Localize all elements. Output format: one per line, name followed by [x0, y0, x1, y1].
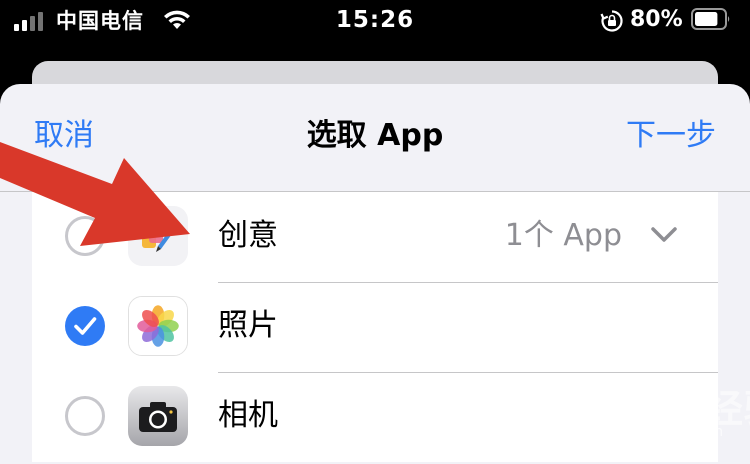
- battery-icon: [691, 8, 730, 30]
- list-item-label: 照片: [218, 308, 278, 343]
- watermark-subtext: jingyan.baidu.com: [578, 424, 725, 440]
- navigation-bar: 取消 选取 App 下一步: [0, 84, 750, 192]
- list-item-creativity[interactable]: 创意 1个 App: [32, 192, 718, 282]
- watermark: Baidu经验 jingyan.baidu.com: [578, 372, 750, 452]
- camera-icon: [128, 386, 188, 446]
- creativity-icon: [128, 206, 188, 266]
- list-item-label: 创意: [218, 218, 278, 253]
- orientation-lock-icon: [600, 10, 623, 32]
- status-bar: 中国电信 15:26 80%: [0, 0, 750, 42]
- chevron-down-icon[interactable]: [650, 226, 678, 244]
- next-button[interactable]: 下一步: [626, 116, 716, 156]
- checkmark-icon: [74, 317, 97, 335]
- radio-unchecked[interactable]: [65, 216, 105, 256]
- list-item-label: 相机: [218, 398, 278, 433]
- battery-percentage: 80%: [630, 7, 683, 32]
- radio-checked[interactable]: [65, 306, 105, 346]
- radio-unchecked[interactable]: [65, 396, 105, 436]
- photos-icon: [128, 296, 188, 356]
- app-count: 1个 App: [504, 218, 622, 253]
- list-item-photos[interactable]: 照片: [32, 282, 718, 372]
